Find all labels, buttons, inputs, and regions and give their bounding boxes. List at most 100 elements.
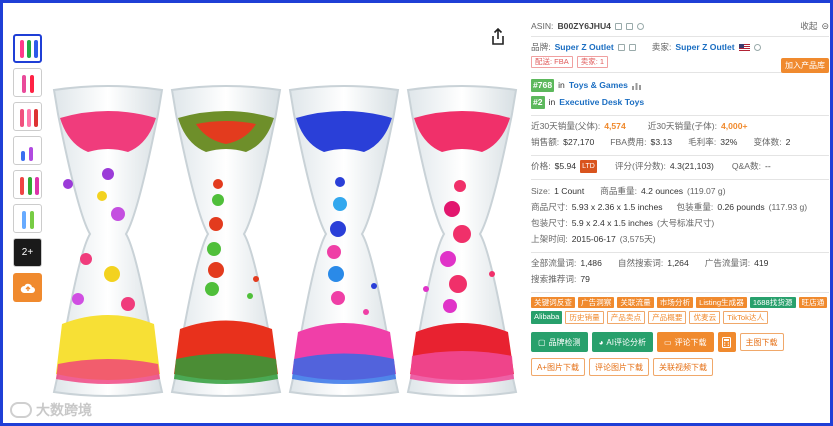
pkg-weight-grams: (117.93 g) bbox=[768, 202, 808, 212]
tool-tag[interactable]: 1688找货源 bbox=[749, 297, 796, 308]
action-row-1: ▢ 品牌检测 ◕ AI评论分析 ▭ 评论下载 主图下载 bbox=[531, 332, 829, 352]
timer-blue-pink bbox=[288, 85, 400, 397]
margin-value: 32% bbox=[720, 137, 738, 147]
collapse-button[interactable]: 收起 bbox=[800, 20, 817, 33]
rank-category-2[interactable]: Executive Desk Toys bbox=[559, 96, 644, 109]
us-flag-icon bbox=[738, 44, 750, 51]
price-value: $5.94 bbox=[554, 161, 577, 171]
rank-in-2: in bbox=[548, 97, 556, 107]
traffic-value[interactable]: 1,486 bbox=[580, 257, 602, 270]
cloud-upload-icon bbox=[20, 283, 35, 293]
ai-review-label: AI评论分析 bbox=[606, 337, 646, 347]
pkg-weight-value: 0.26 pounds bbox=[717, 202, 765, 212]
brand-copy-icon[interactable] bbox=[617, 44, 625, 51]
rating-label: 评分(评分数): bbox=[614, 161, 666, 171]
tool-tag[interactable]: 产品概要 bbox=[648, 311, 687, 324]
brand-external-icon[interactable] bbox=[628, 44, 636, 51]
copy-icon[interactable] bbox=[614, 23, 622, 30]
pkg-weight-label: 包装重量: bbox=[676, 202, 714, 212]
seller-label: 卖家: bbox=[651, 42, 672, 52]
collapse-chevron-icon[interactable]: ⊝ bbox=[821, 20, 829, 33]
brand-check-label: 品牌检测 bbox=[548, 337, 581, 347]
brand-label: 品牌: bbox=[531, 42, 551, 52]
thumbnail-4[interactable] bbox=[13, 136, 42, 165]
sales30-child-value: 4,000+ bbox=[720, 121, 748, 131]
product-info-panel: ASIN: B00ZY6JHU4 收起 ⊝ 品牌: Super Z Outlet… bbox=[531, 20, 829, 416]
thumbnail-strip: 2+ bbox=[13, 34, 43, 302]
thumbnail-6[interactable] bbox=[13, 204, 42, 233]
thumbnail-2[interactable] bbox=[13, 68, 42, 97]
thumbnail-more[interactable]: 2+ bbox=[13, 238, 42, 267]
seller-link[interactable]: Super Z Outlet bbox=[675, 41, 734, 54]
asin-value[interactable]: B00ZY6JHU4 bbox=[557, 20, 611, 33]
brand-check-button[interactable]: ▢ 品牌检测 bbox=[531, 332, 588, 352]
pkg-size-standard: (大号标准尺寸) bbox=[656, 218, 715, 228]
revenue-label: 销售额: bbox=[531, 137, 560, 147]
tool-tag[interactable]: 产品卖点 bbox=[606, 311, 646, 324]
ltd-badge: LTD bbox=[580, 160, 597, 173]
organic-value[interactable]: 1,264 bbox=[667, 257, 689, 270]
size-label: Size: bbox=[531, 186, 551, 196]
timer-green-red bbox=[170, 85, 282, 397]
thumbnail-1[interactable] bbox=[13, 34, 42, 63]
brand-link[interactable]: Super Z Outlet bbox=[555, 41, 614, 54]
add-to-library-button[interactable]: 加入产品库 bbox=[781, 58, 829, 73]
watermark-text: 大数跨境 bbox=[36, 402, 92, 418]
calculator-icon bbox=[722, 336, 732, 348]
related-video-download-button[interactable]: 关联视频下载 bbox=[653, 358, 714, 376]
thumbnail-more-label: 2+ bbox=[21, 247, 34, 258]
watermark: 大数跨境 bbox=[10, 400, 92, 420]
thumbnail-3[interactable] bbox=[13, 102, 42, 131]
seller-location-icon[interactable] bbox=[753, 44, 761, 51]
pkg-dims-label: 包装尺寸: bbox=[531, 218, 568, 228]
pkg-dims-value: 5.9 x 2.4 x 1.5 inches bbox=[571, 218, 653, 228]
review-download-label: 评论下载 bbox=[674, 337, 707, 347]
tool-tags: 关键词反查 广告洞察 关联流量 市场分析 Listing生成器 1688找货源 旺店通 Ali… bbox=[531, 297, 829, 324]
tool-tag[interactable]: Alibaba bbox=[531, 311, 563, 324]
copy-link-icon[interactable] bbox=[625, 23, 633, 30]
launch-date: 2015-06-17 bbox=[571, 234, 616, 244]
tool-tag[interactable]: 市场分析 bbox=[656, 297, 694, 308]
aplus-download-button[interactable]: A+图片下载 bbox=[531, 358, 586, 376]
ad-label: 广告流量词: bbox=[704, 258, 751, 268]
product-main-image bbox=[52, 85, 518, 397]
ai-icon: ◕ bbox=[598, 337, 604, 347]
size-value: 1 Count bbox=[554, 186, 585, 196]
tool-tag[interactable]: 关键词反查 bbox=[531, 297, 575, 308]
rank-in-1: in bbox=[558, 80, 565, 90]
qa-value: -- bbox=[765, 161, 771, 171]
ai-review-button[interactable]: ◕ AI评论分析 bbox=[591, 332, 653, 352]
fba-value: $3.13 bbox=[650, 137, 673, 147]
review-download-button[interactable]: ▭ 评论下载 bbox=[656, 332, 714, 352]
sales30-child-label: 近30天销量(子体): bbox=[647, 121, 717, 131]
fba-label: FBA费用: bbox=[610, 137, 647, 147]
seller-count-badge: 卖家: 1 bbox=[576, 56, 609, 68]
tool-tag[interactable]: 广告洞察 bbox=[577, 297, 615, 308]
variants-label: 变体数: bbox=[753, 137, 782, 147]
rank-badge-1: #768 bbox=[531, 79, 555, 92]
ad-value[interactable]: 419 bbox=[754, 257, 768, 270]
thumbnail-5[interactable] bbox=[13, 170, 42, 199]
tool-tag[interactable]: 优麦云 bbox=[689, 311, 721, 324]
tool-tag[interactable]: Listing生成器 bbox=[696, 297, 747, 308]
margin-label: 毛利率: bbox=[688, 137, 717, 147]
bar-chart-icon[interactable] bbox=[631, 82, 641, 90]
review-images-download-button[interactable]: 评论图片下载 bbox=[589, 358, 650, 376]
tool-tag[interactable]: 旺店通 bbox=[798, 297, 828, 308]
location-icon[interactable] bbox=[636, 23, 644, 30]
rec-value[interactable]: 79 bbox=[580, 273, 590, 286]
rec-label: 搜索推荐词: bbox=[531, 274, 577, 284]
tool-tag[interactable]: TikTok达人 bbox=[723, 311, 769, 324]
weight-grams: (119.07 g) bbox=[687, 186, 726, 196]
dims-label: 商品尺寸: bbox=[531, 202, 568, 212]
share-icon[interactable] bbox=[490, 28, 506, 46]
rank-badge-2: #2 bbox=[531, 96, 545, 109]
shield-check-icon: ▢ bbox=[538, 337, 546, 347]
main-image-download-button[interactable]: 主图下载 bbox=[739, 333, 784, 351]
upload-cloud-button[interactable] bbox=[13, 273, 42, 302]
rank-category-1[interactable]: Toys & Games bbox=[569, 79, 628, 92]
dims-value: 5.93 x 2.36 x 1.5 inches bbox=[571, 202, 663, 212]
tool-tag[interactable]: 关联流量 bbox=[617, 297, 654, 308]
tool-tag[interactable]: 历史销量 bbox=[565, 311, 604, 324]
calculator-button[interactable] bbox=[717, 332, 736, 352]
